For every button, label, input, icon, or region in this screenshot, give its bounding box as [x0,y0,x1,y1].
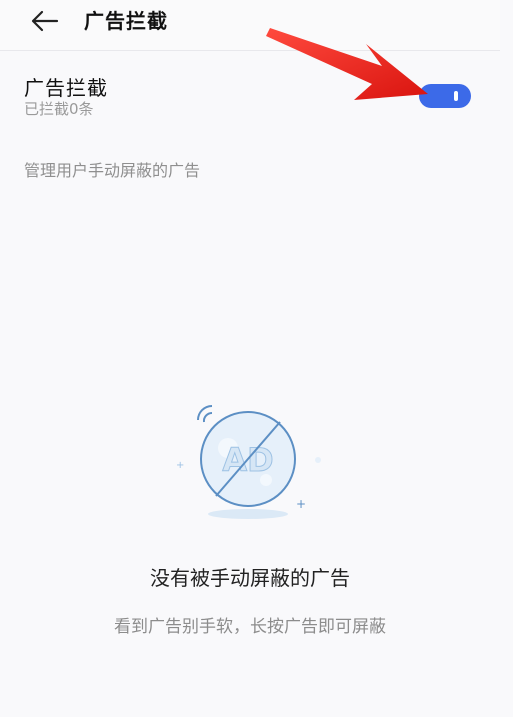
ad-block-toggle[interactable] [419,84,471,108]
svg-text:+: + [296,497,306,511]
empty-state-title: 没有被手动屏蔽的广告 [150,566,350,590]
manage-blocked-ads-link[interactable]: 管理用户手动屏蔽的广告 [24,157,200,181]
no-ad-icon: AD + + [176,405,321,519]
blocked-count-text: 已拦截0条 [24,100,94,118]
empty-state-hint: 看到广告别手软，长按广告即可屏蔽 [114,617,386,637]
arrow-left-icon [31,10,59,32]
back-button[interactable] [28,6,62,36]
page-title: 广告拦截 [84,9,168,33]
ad-block-setting-title: 广告拦截 [24,76,108,100]
ad-block-settings-page: 广告拦截 广告拦截 已拦截0条 管理用户手动屏蔽的广告 AD + + 没有被手动… [0,0,513,717]
toggle-knob [454,91,458,101]
top-bar: 广告拦截 [0,0,500,51]
svg-text:+: + [176,460,184,471]
